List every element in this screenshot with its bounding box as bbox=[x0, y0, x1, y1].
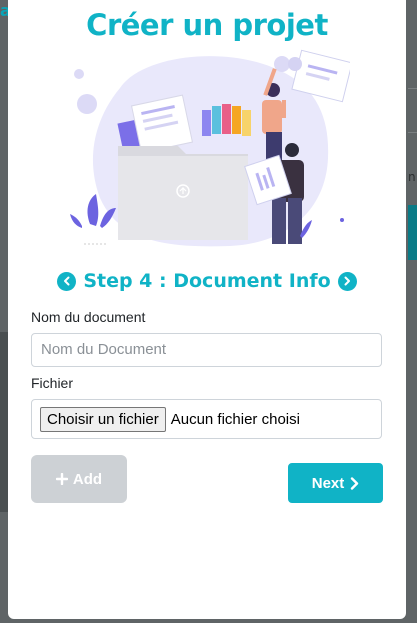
chevron-left-circle-icon[interactable] bbox=[57, 271, 77, 291]
add-button-label: Add bbox=[72, 470, 103, 488]
chevron-right-circle-icon[interactable] bbox=[337, 271, 357, 291]
background-divider bbox=[408, 88, 417, 89]
doc-name-label: Nom du document bbox=[31, 309, 146, 325]
file-label: Fichier bbox=[31, 375, 74, 391]
project-illustration bbox=[70, 49, 350, 247]
file-status-text: Aucun fichier choisi bbox=[170, 410, 300, 428]
doc-name-input[interactable]: Nom du Document bbox=[31, 333, 382, 367]
background-button-fragment bbox=[408, 205, 417, 260]
next-button[interactable]: Next bbox=[288, 463, 383, 503]
step-title: Step 4 : Document Info bbox=[83, 270, 331, 292]
create-project-modal: Créer un projet Step 4: Document Info N… bbox=[8, 0, 406, 619]
chevron-right-icon bbox=[351, 476, 359, 490]
background-logo-fragment: a bbox=[0, 2, 8, 20]
background-panel-fragment bbox=[0, 332, 8, 512]
add-button[interactable]: Add bbox=[31, 455, 127, 503]
background-divider bbox=[408, 132, 417, 133]
background-text-fragment: n bbox=[408, 170, 416, 184]
next-button-label: Next bbox=[311, 474, 345, 492]
step-indicator: Step 4 : Document Info bbox=[8, 270, 406, 292]
modal-title: Créer un projet bbox=[86, 8, 328, 42]
plus-icon bbox=[55, 473, 68, 485]
file-input[interactable]: Choisir un fichier Aucun fichier choisi bbox=[31, 399, 382, 439]
choose-file-button[interactable]: Choisir un fichier bbox=[40, 406, 166, 432]
